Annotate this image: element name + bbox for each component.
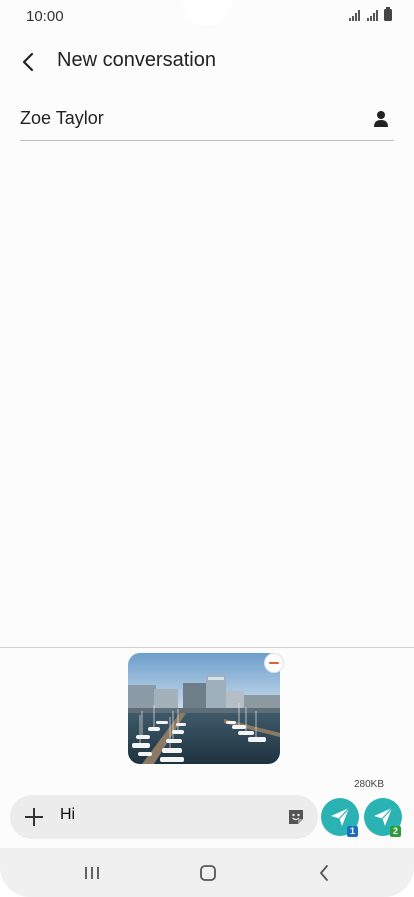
signal-icon-sim2 xyxy=(367,9,378,21)
nav-back-icon xyxy=(320,865,328,881)
recipient-field[interactable]: Zoe Taylor xyxy=(20,98,394,141)
send-sim1-button[interactable]: 1 xyxy=(321,798,359,837)
remove-icon xyxy=(269,662,279,664)
add-attachment-button[interactable] xyxy=(22,805,46,829)
sticker-icon xyxy=(289,810,303,824)
back-arrow-icon xyxy=(22,52,34,72)
plus-icon xyxy=(25,808,43,826)
sim1-badge: 1 xyxy=(347,826,358,837)
sticker-button[interactable] xyxy=(286,807,306,827)
sim2-badge: 2 xyxy=(390,826,401,837)
remove-attachment-button[interactable] xyxy=(264,653,284,673)
message-input[interactable] xyxy=(60,806,260,824)
header: New conversation xyxy=(0,40,414,84)
back-button[interactable] xyxy=(12,46,44,78)
send-icon xyxy=(331,807,350,826)
navigation-bar xyxy=(0,848,414,897)
contact-icon xyxy=(374,111,388,127)
attachment-thumbnail[interactable] xyxy=(128,653,280,764)
page-title: New conversation xyxy=(57,49,216,71)
marina-photo xyxy=(128,653,280,764)
attachment-size: 280KB xyxy=(353,779,384,790)
home-button[interactable] xyxy=(193,860,223,886)
contacts-button[interactable] xyxy=(368,106,394,132)
status-icons xyxy=(349,7,392,21)
signal-icon-sim1 xyxy=(349,9,360,21)
recents-button[interactable] xyxy=(77,860,107,886)
battery-icon xyxy=(384,7,392,21)
send-icon xyxy=(374,807,393,826)
camera-notch xyxy=(183,0,231,26)
nav-back-button[interactable] xyxy=(309,860,339,886)
message-composer xyxy=(10,795,318,839)
send-sim2-button[interactable]: 2 xyxy=(364,798,402,837)
recipient-name: Zoe Taylor xyxy=(20,108,104,128)
status-bar: 10:00 xyxy=(0,0,414,34)
home-icon xyxy=(200,865,216,881)
messages-screen: 10:00 New conversation Zoe Taylor 280KB … xyxy=(0,0,414,897)
status-time: 10:00 xyxy=(26,8,64,25)
recents-icon xyxy=(85,867,99,879)
composer-divider xyxy=(0,647,414,648)
